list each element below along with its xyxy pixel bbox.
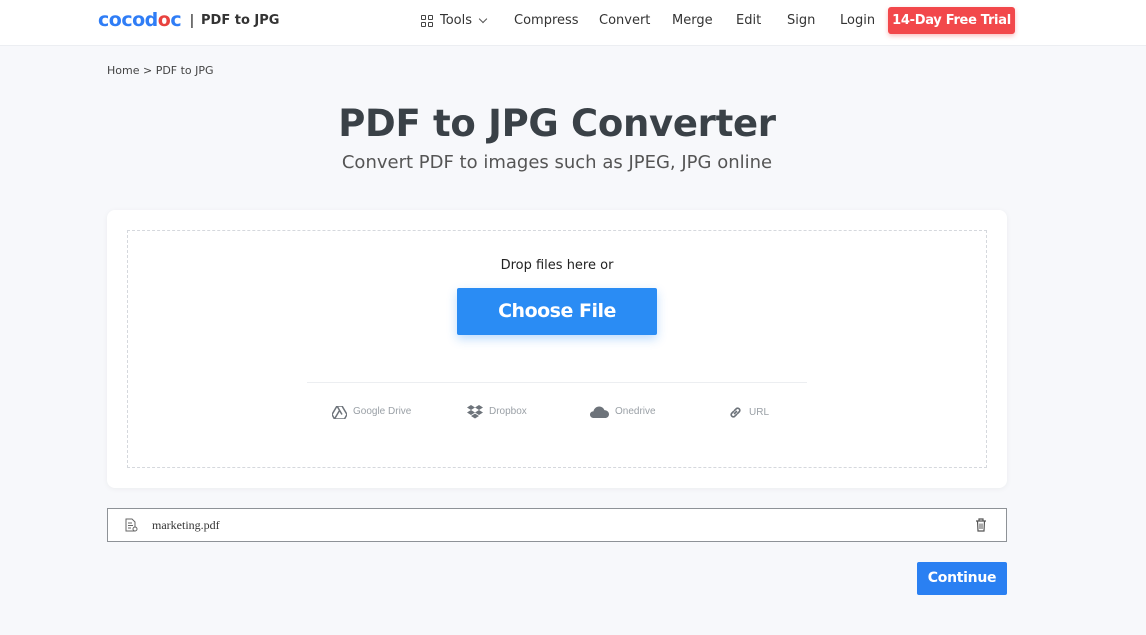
nav-tools-label: Tools — [440, 13, 473, 28]
continue-button[interactable]: Continue — [917, 562, 1007, 595]
file-name: marketing.pdf — [152, 518, 220, 532]
nav-tools[interactable]: Tools — [421, 13, 488, 29]
breadcrumb[interactable]: Home > PDF to JPG — [107, 64, 214, 77]
source-label: Dropbox — [489, 406, 527, 417]
source-label: Google Drive — [353, 406, 412, 417]
nav-convert[interactable]: Convert — [599, 13, 650, 29]
grid-icon — [421, 15, 433, 27]
page-subtitle: Convert PDF to images such as JPEG, JPG … — [341, 152, 773, 173]
free-trial-button[interactable]: 14-Day Free Trial — [888, 7, 1015, 34]
cocodoc-logo[interactable]: cocodoc — [98, 9, 182, 31]
source-label: URL — [749, 406, 770, 418]
dropbox-icon — [467, 405, 483, 419]
upload-card: Drop files here or Choose File Google Dr… — [107, 210, 1007, 488]
file-dropzone[interactable]: Drop files here or Choose File Google Dr… — [127, 230, 987, 468]
source-label: Onedrive — [615, 406, 656, 417]
trash-icon[interactable] — [975, 518, 987, 532]
choose-file-button[interactable]: Choose File — [457, 288, 657, 335]
nav-login[interactable]: Login — [840, 13, 875, 29]
nav-edit[interactable]: Edit — [736, 13, 761, 29]
onedrive-icon — [590, 406, 609, 418]
page-title: PDF to JPG Converter — [338, 102, 776, 145]
nav-sign[interactable]: Sign — [787, 13, 815, 29]
chevron-down-icon — [478, 14, 488, 24]
source-google-drive[interactable]: Google Drive — [332, 405, 411, 419]
link-icon — [730, 407, 741, 418]
divider — [307, 382, 807, 383]
uploaded-file-row: marketing.pdf — [107, 508, 1007, 542]
file-document-icon — [125, 518, 138, 532]
source-onedrive[interactable]: Onedrive — [590, 405, 656, 419]
top-header: cocodoc | PDF to JPG Tools Compress Conv… — [0, 0, 1146, 46]
nav-compress[interactable]: Compress — [514, 13, 579, 29]
nav-merge[interactable]: Merge — [672, 13, 713, 29]
source-url[interactable]: URL — [728, 405, 769, 420]
drop-text: Drop files here or — [500, 258, 614, 273]
source-dropbox[interactable]: Dropbox — [467, 405, 527, 419]
logo-separator: | — [190, 12, 194, 29]
page-name: PDF to JPG — [201, 13, 280, 28]
google-drive-icon — [332, 405, 347, 419]
